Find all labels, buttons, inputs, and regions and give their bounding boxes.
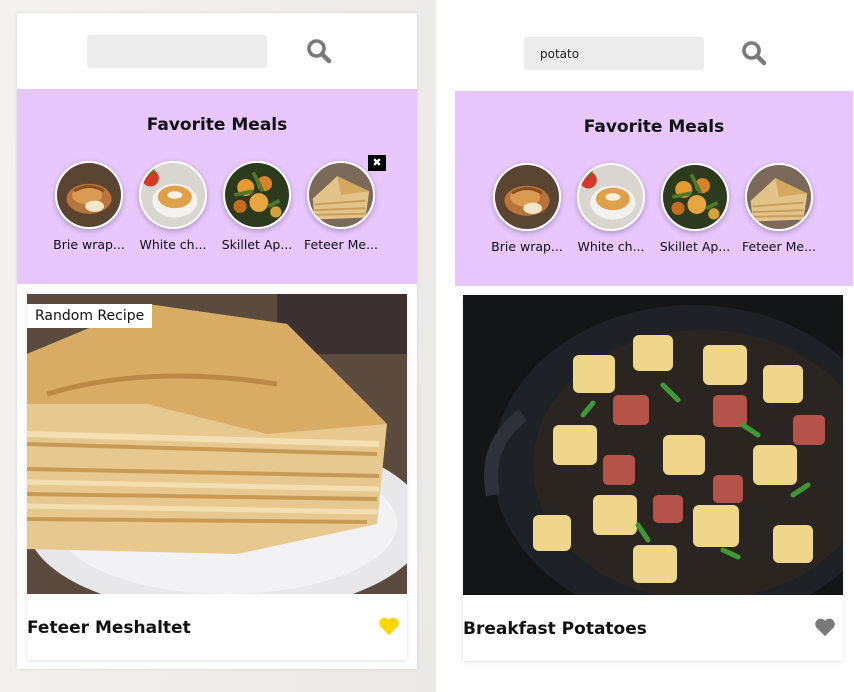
brie-wrap-thumbnail[interactable]	[493, 163, 561, 231]
favorite-meals-panel: Favorite Meals Brie wrap... White ch... …	[17, 89, 417, 284]
favorite-meal-item[interactable]: White ch...	[569, 163, 653, 263]
favorite-meals-title: Favorite Meals	[146, 115, 288, 135]
meal-title: Feteer Meshaltet	[27, 618, 191, 638]
favorite-meal-name: Skillet Ap...	[659, 239, 731, 254]
favorite-meal-item[interactable]: Feteer Me...	[737, 163, 821, 263]
favorite-button[interactable]	[377, 616, 401, 638]
meal-title: Breakfast Potatoes	[463, 619, 647, 639]
meal-card: Random Recipe Feteer Meshaltet	[27, 294, 407, 660]
favorite-meal-item[interactable]: Skillet Ap...	[215, 161, 299, 261]
favorite-meal-name: Feteer Me...	[304, 237, 378, 252]
favorite-meal-name: Skillet Ap...	[221, 237, 293, 252]
favorite-meal-name: Brie wrap...	[53, 237, 125, 252]
favorite-meal-name: White ch...	[139, 237, 207, 252]
favorite-button[interactable]	[813, 617, 837, 639]
search-bar	[455, 15, 853, 91]
meal-app-left: Favorite Meals Brie wrap... White ch... …	[17, 13, 417, 669]
favorite-meal-name: White ch...	[577, 239, 645, 254]
favorite-meals-title: Favorite Meals	[583, 117, 725, 137]
search-button[interactable]	[740, 39, 768, 67]
remove-favorite-button[interactable]: ✖	[368, 155, 386, 171]
favorite-meal-item[interactable]: Brie wrap...	[47, 161, 131, 261]
search-input[interactable]	[87, 35, 267, 68]
meal-app-right: Favorite Meals Brie wrap... White ch... …	[455, 15, 853, 671]
heart-icon	[815, 618, 835, 637]
favorite-meal-item[interactable]: Skillet Ap...	[653, 163, 737, 263]
search-bar	[17, 13, 417, 89]
meal-image	[27, 294, 407, 594]
favorite-meals-list: Brie wrap... White ch... Skillet Ap... F…	[485, 163, 845, 273]
search-button[interactable]	[305, 37, 333, 65]
favorite-meal-item[interactable]: White ch...	[131, 161, 215, 261]
white-chocolate-thumbnail[interactable]	[577, 163, 645, 231]
white-chocolate-thumbnail[interactable]	[139, 161, 207, 229]
search-icon	[742, 41, 767, 66]
brie-wrap-thumbnail[interactable]	[55, 161, 123, 229]
favorite-meals-list: Brie wrap... White ch... Skillet Ap... ✖	[47, 155, 407, 271]
skillet-apple-thumbnail[interactable]	[661, 163, 729, 231]
feteer-thumbnail[interactable]	[745, 163, 813, 231]
favorite-meal-item[interactable]: ✖ Feteer Me...	[299, 155, 386, 261]
heart-icon	[379, 617, 399, 636]
feteer-thumbnail[interactable]	[307, 161, 375, 229]
favorite-meals-panel: Favorite Meals Brie wrap... White ch... …	[455, 91, 853, 286]
skillet-apple-thumbnail[interactable]	[223, 161, 291, 229]
search-icon	[307, 39, 332, 64]
meal-image	[463, 295, 843, 595]
favorite-meal-item[interactable]: Brie wrap...	[485, 163, 569, 263]
favorite-meal-name: Feteer Me...	[742, 239, 816, 254]
search-input[interactable]	[524, 37, 704, 70]
meal-card: Breakfast Potatoes	[463, 295, 843, 661]
favorite-meal-name: Brie wrap...	[491, 239, 563, 254]
random-recipe-tag: Random Recipe	[27, 304, 153, 328]
